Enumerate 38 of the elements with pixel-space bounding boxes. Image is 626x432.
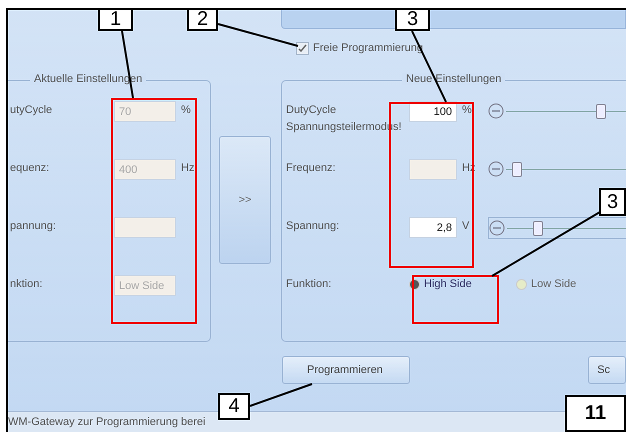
action-button[interactable]: Sc: [588, 356, 626, 384]
callout-number: 2: [187, 8, 218, 31]
radio-option[interactable]: Low Side: [516, 275, 623, 290]
minus-icon: [488, 103, 504, 119]
field-label: nktion:: [10, 278, 44, 290]
callout-number: 4: [218, 393, 250, 420]
field-label: utyCycle: [10, 104, 54, 116]
field-label: pannung:: [10, 220, 57, 232]
unit-label: Hz: [181, 161, 196, 174]
input-field[interactable]: 2,8: [409, 217, 457, 238]
action-button[interactable]: Programmieren: [282, 356, 410, 384]
field-label: Funktion:: [286, 278, 332, 290]
page-number: 11: [565, 395, 626, 432]
minus-icon: [489, 220, 505, 236]
leader-line: [249, 383, 313, 407]
slider[interactable]: [488, 101, 626, 121]
radio-option[interactable]: High Side: [409, 275, 516, 290]
field-label: Spannung:: [286, 220, 340, 232]
callout-number: 3: [395, 8, 430, 31]
slider[interactable]: [488, 217, 626, 239]
minus-icon: [488, 161, 504, 177]
input-field[interactable]: [114, 217, 176, 238]
slider-thumb[interactable]: [596, 104, 606, 118]
field-label: equenz:: [10, 162, 50, 174]
callout-number: 3: [599, 188, 626, 216]
checkbox[interactable]: [296, 42, 309, 54]
slider[interactable]: [488, 159, 626, 179]
input-field[interactable]: 100: [409, 101, 457, 122]
slider-thumb[interactable]: [533, 220, 544, 236]
field-label: DutyCycle: [286, 104, 338, 116]
transfer-button[interactable]: >>: [219, 136, 271, 264]
unit-label: %: [462, 103, 473, 116]
unit-label: V: [462, 219, 470, 232]
unit-label: %: [181, 103, 192, 116]
callout-number: 1: [98, 8, 133, 31]
check-icon: [298, 44, 307, 52]
group-title: Neue Einstellungen: [402, 73, 506, 85]
field-label: Frequenz:: [286, 162, 337, 174]
